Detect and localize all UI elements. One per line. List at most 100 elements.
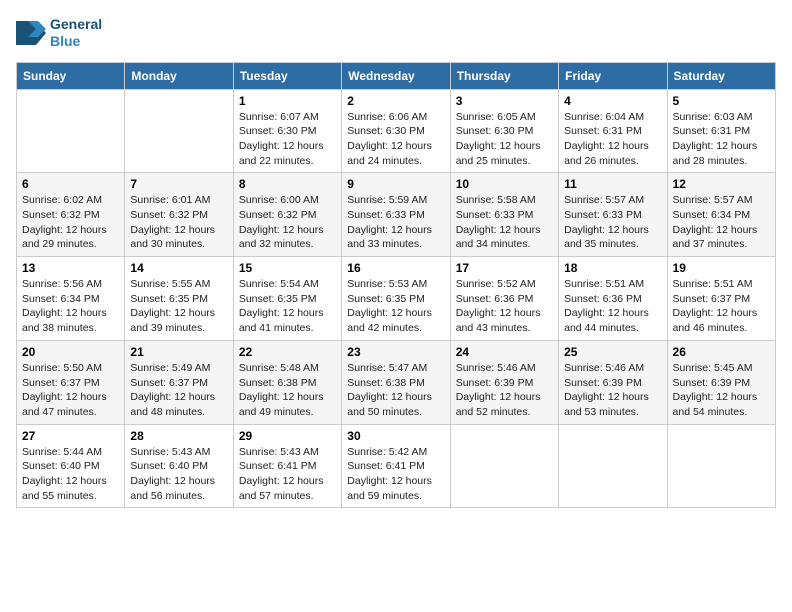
day-info: Sunrise: 5:45 AMSunset: 6:39 PMDaylight:… xyxy=(673,361,770,420)
day-number: 14 xyxy=(130,261,227,275)
calendar-week-row: 6Sunrise: 6:02 AMSunset: 6:32 PMDaylight… xyxy=(17,173,776,257)
day-number: 17 xyxy=(456,261,553,275)
calendar-cell xyxy=(559,424,667,508)
logo-icon xyxy=(16,21,46,45)
calendar-header-row: SundayMondayTuesdayWednesdayThursdayFrid… xyxy=(17,62,776,89)
col-header-monday: Monday xyxy=(125,62,233,89)
calendar-cell xyxy=(125,89,233,173)
calendar-cell: 30 Sunrise: 5:42 AMSunset: 6:41 PMDayligh… xyxy=(342,424,450,508)
calendar-cell: 14 Sunrise: 5:55 AMSunset: 6:35 PMDayligh… xyxy=(125,257,233,341)
calendar-cell: 28 Sunrise: 5:43 AMSunset: 6:40 PMDayligh… xyxy=(125,424,233,508)
calendar-cell: 20 Sunrise: 5:50 AMSunset: 6:37 PMDayligh… xyxy=(17,340,125,424)
calendar-cell xyxy=(667,424,775,508)
day-number: 29 xyxy=(239,429,336,443)
day-number: 13 xyxy=(22,261,119,275)
day-info: Sunrise: 5:43 AMSunset: 6:40 PMDaylight:… xyxy=(130,445,227,504)
day-info: Sunrise: 6:02 AMSunset: 6:32 PMDaylight:… xyxy=(22,193,119,252)
day-number: 9 xyxy=(347,177,444,191)
day-number: 7 xyxy=(130,177,227,191)
day-number: 28 xyxy=(130,429,227,443)
day-number: 3 xyxy=(456,94,553,108)
day-info: Sunrise: 5:47 AMSunset: 6:38 PMDaylight:… xyxy=(347,361,444,420)
day-info: Sunrise: 6:01 AMSunset: 6:32 PMDaylight:… xyxy=(130,193,227,252)
calendar-week-row: 1 Sunrise: 6:07 AMSunset: 6:30 PMDaylight… xyxy=(17,89,776,173)
calendar-cell: 1 Sunrise: 6:07 AMSunset: 6:30 PMDaylight… xyxy=(233,89,341,173)
day-info: Sunrise: 5:57 AMSunset: 6:34 PMDaylight:… xyxy=(673,193,770,252)
calendar-cell: 16Sunrise: 5:53 AMSunset: 6:35 PMDayligh… xyxy=(342,257,450,341)
col-header-saturday: Saturday xyxy=(667,62,775,89)
calendar-cell: 18 Sunrise: 5:51 AMSunset: 6:36 PMDayligh… xyxy=(559,257,667,341)
day-number: 15 xyxy=(239,261,336,275)
calendar-cell: 2Sunrise: 6:06 AMSunset: 6:30 PMDaylight… xyxy=(342,89,450,173)
day-info: Sunrise: 6:04 AMSunset: 6:31 PMDaylight:… xyxy=(564,110,661,169)
calendar-cell: 27 Sunrise: 5:44 AMSunset: 6:40 PMDayligh… xyxy=(17,424,125,508)
day-info: Sunrise: 6:05 AMSunset: 6:30 PMDaylight:… xyxy=(456,110,553,169)
calendar-cell: 23 Sunrise: 5:47 AMSunset: 6:38 PMDayligh… xyxy=(342,340,450,424)
calendar-cell: 3 Sunrise: 6:05 AMSunset: 6:30 PMDaylight… xyxy=(450,89,558,173)
col-header-friday: Friday xyxy=(559,62,667,89)
day-info: Sunrise: 5:46 AMSunset: 6:39 PMDaylight:… xyxy=(564,361,661,420)
day-number: 8 xyxy=(239,177,336,191)
day-number: 24 xyxy=(456,345,553,359)
day-info: Sunrise: 5:58 AMSunset: 6:33 PMDaylight:… xyxy=(456,193,553,252)
day-info: Sunrise: 5:57 AMSunset: 6:33 PMDaylight:… xyxy=(564,193,661,252)
calendar-week-row: 27 Sunrise: 5:44 AMSunset: 6:40 PMDayligh… xyxy=(17,424,776,508)
day-number: 27 xyxy=(22,429,119,443)
col-header-wednesday: Wednesday xyxy=(342,62,450,89)
calendar-cell: 26 Sunrise: 5:45 AMSunset: 6:39 PMDayligh… xyxy=(667,340,775,424)
logo: General Blue xyxy=(16,16,102,50)
calendar-week-row: 13 Sunrise: 5:56 AMSunset: 6:34 PMDayligh… xyxy=(17,257,776,341)
day-number: 1 xyxy=(239,94,336,108)
col-header-thursday: Thursday xyxy=(450,62,558,89)
day-number: 30 xyxy=(347,429,444,443)
day-number: 19 xyxy=(673,261,770,275)
calendar-cell: 24 Sunrise: 5:46 AMSunset: 6:39 PMDayligh… xyxy=(450,340,558,424)
calendar-cell: 29 Sunrise: 5:43 AMSunset: 6:41 PMDayligh… xyxy=(233,424,341,508)
calendar-cell: 19 Sunrise: 5:51 AMSunset: 6:37 PMDayligh… xyxy=(667,257,775,341)
day-number: 11 xyxy=(564,177,661,191)
day-info: Sunrise: 5:51 AMSunset: 6:36 PMDaylight:… xyxy=(564,277,661,336)
day-number: 18 xyxy=(564,261,661,275)
calendar-cell: 11 Sunrise: 5:57 AMSunset: 6:33 PMDayligh… xyxy=(559,173,667,257)
day-number: 12 xyxy=(673,177,770,191)
day-info: Sunrise: 5:48 AMSunset: 6:38 PMDaylight:… xyxy=(239,361,336,420)
day-info: Sunrise: 5:53 AMSunset: 6:35 PMDaylight:… xyxy=(347,277,444,336)
day-info: Sunrise: 5:54 AMSunset: 6:35 PMDaylight:… xyxy=(239,277,336,336)
calendar-cell: 9 Sunrise: 5:59 AMSunset: 6:33 PMDaylight… xyxy=(342,173,450,257)
day-info: Sunrise: 5:42 AMSunset: 6:41 PMDaylight:… xyxy=(347,445,444,504)
col-header-tuesday: Tuesday xyxy=(233,62,341,89)
day-number: 25 xyxy=(564,345,661,359)
calendar-cell: 12 Sunrise: 5:57 AMSunset: 6:34 PMDayligh… xyxy=(667,173,775,257)
day-info: Sunrise: 5:56 AMSunset: 6:34 PMDaylight:… xyxy=(22,277,119,336)
calendar-cell: 10Sunrise: 5:58 AMSunset: 6:33 PMDayligh… xyxy=(450,173,558,257)
day-info: Sunrise: 5:52 AMSunset: 6:36 PMDaylight:… xyxy=(456,277,553,336)
day-info: Sunrise: 6:00 AMSunset: 6:32 PMDaylight:… xyxy=(239,193,336,252)
calendar-cell: 25 Sunrise: 5:46 AMSunset: 6:39 PMDayligh… xyxy=(559,340,667,424)
day-info: Sunrise: 6:06 AMSunset: 6:30 PMDaylight:… xyxy=(347,110,444,169)
col-header-sunday: Sunday xyxy=(17,62,125,89)
calendar-cell xyxy=(17,89,125,173)
day-info: Sunrise: 6:07 AMSunset: 6:30 PMDaylight:… xyxy=(239,110,336,169)
day-number: 21 xyxy=(130,345,227,359)
day-info: Sunrise: 5:51 AMSunset: 6:37 PMDaylight:… xyxy=(673,277,770,336)
calendar-week-row: 20 Sunrise: 5:50 AMSunset: 6:37 PMDayligh… xyxy=(17,340,776,424)
day-info: Sunrise: 5:44 AMSunset: 6:40 PMDaylight:… xyxy=(22,445,119,504)
day-info: Sunrise: 5:55 AMSunset: 6:35 PMDaylight:… xyxy=(130,277,227,336)
day-number: 22 xyxy=(239,345,336,359)
calendar-cell: 13 Sunrise: 5:56 AMSunset: 6:34 PMDayligh… xyxy=(17,257,125,341)
calendar-cell: 8 Sunrise: 6:00 AMSunset: 6:32 PMDaylight… xyxy=(233,173,341,257)
day-info: Sunrise: 5:50 AMSunset: 6:37 PMDaylight:… xyxy=(22,361,119,420)
day-number: 26 xyxy=(673,345,770,359)
calendar-cell: 5Sunrise: 6:03 AMSunset: 6:31 PMDaylight… xyxy=(667,89,775,173)
calendar-cell: 17 Sunrise: 5:52 AMSunset: 6:36 PMDayligh… xyxy=(450,257,558,341)
day-number: 4 xyxy=(564,94,661,108)
calendar-cell: 21Sunrise: 5:49 AMSunset: 6:37 PMDayligh… xyxy=(125,340,233,424)
day-info: Sunrise: 5:59 AMSunset: 6:33 PMDaylight:… xyxy=(347,193,444,252)
day-info: Sunrise: 5:46 AMSunset: 6:39 PMDaylight:… xyxy=(456,361,553,420)
day-number: 20 xyxy=(22,345,119,359)
day-info: Sunrise: 5:43 AMSunset: 6:41 PMDaylight:… xyxy=(239,445,336,504)
calendar-cell: 15 Sunrise: 5:54 AMSunset: 6:35 PMDayligh… xyxy=(233,257,341,341)
calendar-body: 1 Sunrise: 6:07 AMSunset: 6:30 PMDaylight… xyxy=(17,89,776,508)
calendar-cell: 7 Sunrise: 6:01 AMSunset: 6:32 PMDaylight… xyxy=(125,173,233,257)
day-number: 23 xyxy=(347,345,444,359)
